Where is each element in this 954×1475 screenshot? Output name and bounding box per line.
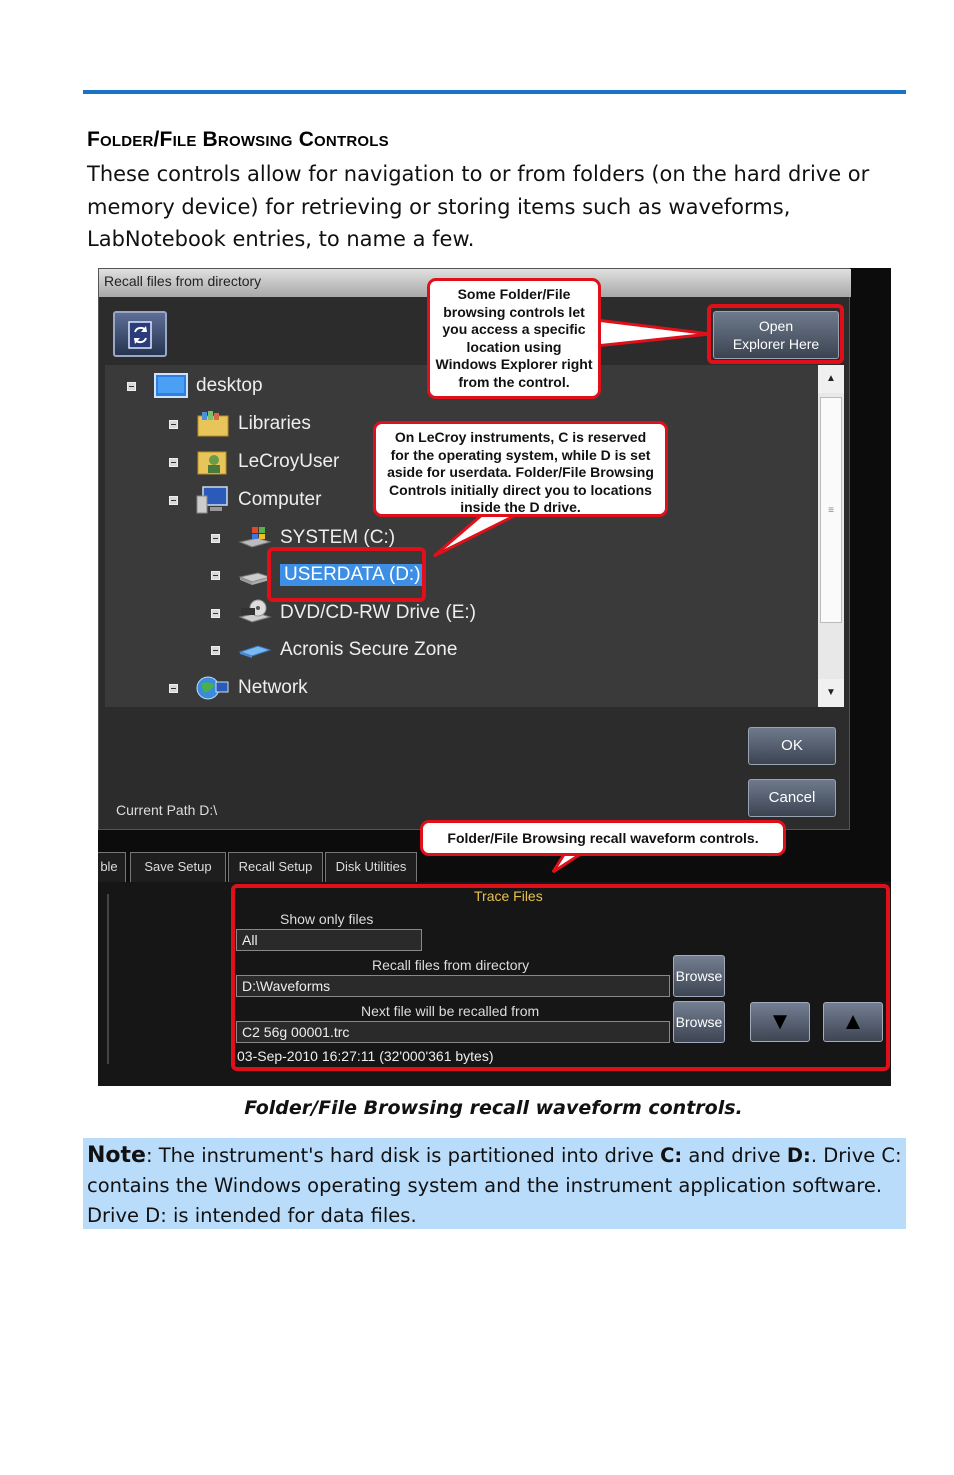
intro-paragraph: These controls allow for navigation to o… — [87, 162, 870, 251]
callout-line: Controls initially direct you to locatio… — [389, 481, 652, 498]
callout-line: aside for userdata. Folder/File Browsing — [387, 464, 654, 480]
callout-line: browsing controls let — [443, 303, 585, 320]
section-heading: Folder/File Browsing Controls — [87, 128, 389, 151]
callout-line: you access a specific — [442, 321, 586, 337]
callout-line: location using — [466, 338, 562, 355]
callout-line: On LeCroy instruments, C is reserved — [394, 429, 647, 445]
top-rule — [83, 90, 906, 94]
note-text: : The instrument's hard disk is partitio… — [145, 1144, 661, 1167]
callout-line: Windows Explorer right — [435, 356, 593, 372]
callout-line: Some Folder/File — [457, 286, 571, 302]
note-label: Note — [87, 1143, 146, 1168]
note-drive-c: C: — [660, 1144, 683, 1167]
callout-drives: On LeCroy instruments, C is reserved for… — [373, 421, 668, 517]
callout-line: from the control. — [458, 373, 570, 390]
note-drive-d: D: — [786, 1144, 811, 1167]
figure-caption: Folder/File Browsing recall waveform con… — [244, 1097, 743, 1119]
callout-explorer: Some Folder/File browsing controls let y… — [427, 278, 601, 399]
note-text: and drive — [682, 1144, 787, 1167]
note-box: Note: The instrument's hard disk is part… — [83, 1138, 906, 1229]
callout-recall: Folder/File Browsing recall waveform con… — [420, 820, 786, 856]
callout-line: inside the D drive. — [460, 499, 581, 515]
callout-line: for the operating system, while D is set — [390, 446, 651, 463]
screenshot-figure: Recall files from directory Open Explore… — [98, 268, 891, 1086]
